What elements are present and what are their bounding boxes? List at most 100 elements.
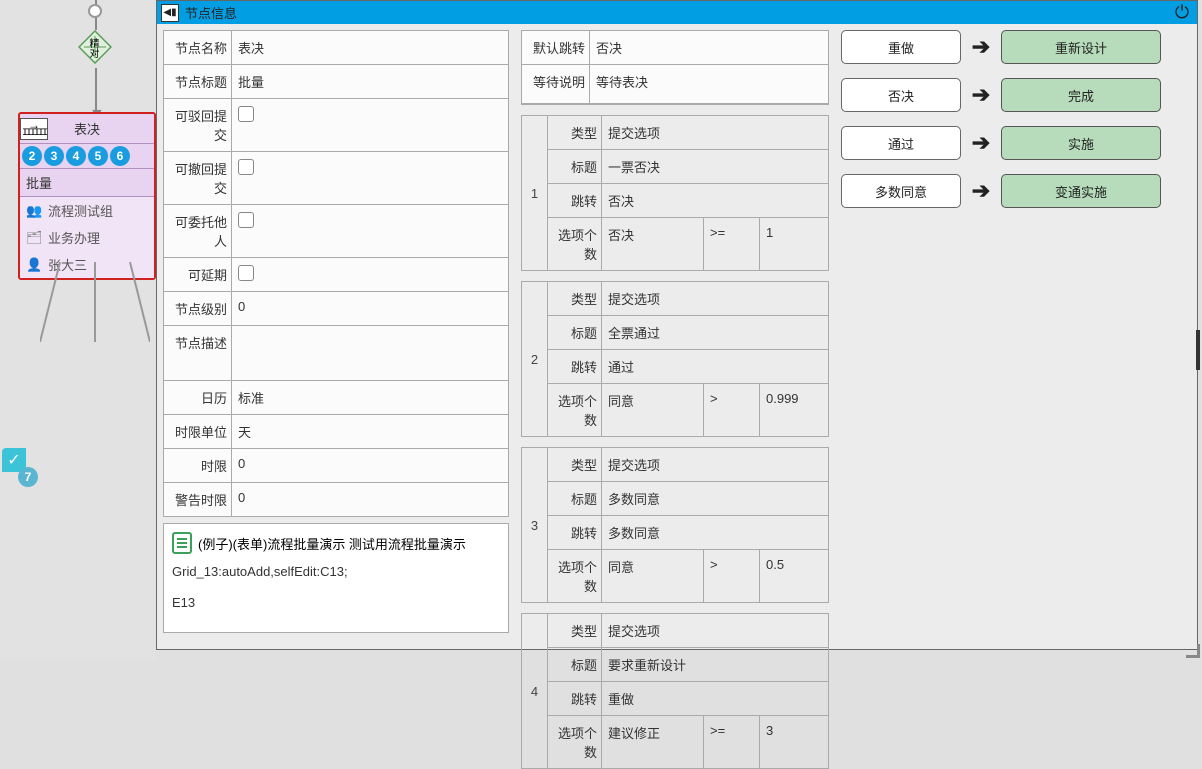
property-value[interactable] (232, 205, 508, 257)
opt-threshold[interactable]: 3 (760, 716, 804, 768)
workflow-canvas[interactable]: 精对 ▼ 表决 2 3 4 5 6 批量 👥流程测试组 🗂业务办理 👤张大三 →… (0, 0, 156, 660)
form-note-box: (例子)(表单)流程批量演示 测试用流程批量演示 Grid_13:autoAdd… (163, 523, 509, 633)
action-source-button[interactable]: 多数同意 (841, 174, 961, 208)
property-label: 节点名称 (164, 31, 232, 64)
node-step-circles: 2 3 4 5 6 (20, 144, 154, 169)
opt-label: 类型 (548, 116, 602, 149)
property-value[interactable] (232, 326, 508, 380)
property-value[interactable]: 0 (232, 483, 508, 516)
property-label: 节点标题 (164, 65, 232, 98)
action-target-button[interactable]: 重新设计 (1001, 30, 1161, 64)
opt-label: 标题 (548, 150, 602, 183)
property-value[interactable]: 0 (232, 292, 508, 325)
opt-count-kind[interactable]: 建议修正 (602, 716, 704, 768)
property-value[interactable]: 表决 (232, 31, 508, 64)
wait-value[interactable]: 等待表决 (590, 65, 828, 103)
property-value[interactable]: 标准 (232, 381, 508, 414)
briefcase-icon: 🗂 (26, 230, 42, 246)
opt-operator[interactable]: > (704, 384, 760, 436)
node-info-panel: ◀▮ 节点信息 ⏻ 节点名称表决节点标题批量可驳回提交可撤回提交可委托他人可延期… (156, 0, 1198, 650)
opt-label: 类型 (548, 282, 602, 315)
property-row: 可驳回提交 (163, 99, 509, 152)
opt-label: 跳转 (548, 516, 602, 549)
panel-title: 节点信息 (185, 3, 237, 22)
checkbox-input[interactable] (238, 106, 254, 122)
checkbox-input[interactable] (238, 159, 254, 175)
actions-column: 重做➔重新设计否决➔完成通过➔实施多数同意➔变通实施 (835, 24, 1191, 649)
option-number: 3 (522, 448, 548, 602)
opt-count-kind[interactable]: 否决 (602, 218, 704, 270)
wait-label: 等待说明 (522, 65, 590, 103)
opt-label: 跳转 (548, 350, 602, 383)
option-number: 2 (522, 282, 548, 436)
opt-threshold[interactable]: 1 (760, 218, 804, 270)
step-circle-7: 7 (18, 467, 38, 487)
opt-value[interactable]: 提交选项 (602, 116, 828, 149)
opt-count-kind[interactable]: 同意 (602, 550, 704, 602)
property-label: 时限 (164, 449, 232, 482)
opt-value[interactable]: 要求重新设计 (602, 648, 828, 681)
property-value[interactable]: 批量 (232, 65, 508, 98)
step-circle: 5 (88, 146, 108, 166)
property-row: 可撤回提交 (163, 152, 509, 205)
opt-label: 标题 (548, 482, 602, 515)
action-row: 重做➔重新设计 (841, 30, 1185, 64)
checkbox-input[interactable] (238, 212, 254, 228)
opt-label: 标题 (548, 648, 602, 681)
action-source-button[interactable]: 重做 (841, 30, 961, 64)
opt-value[interactable]: 提交选项 (602, 614, 828, 647)
default-jump-value[interactable]: 否决 (590, 31, 828, 64)
property-value[interactable] (232, 258, 508, 291)
property-label: 可驳回提交 (164, 99, 232, 151)
document-icon (172, 532, 192, 554)
opt-label: 选项个数 (548, 716, 602, 768)
power-icon[interactable]: ⏻ (1171, 2, 1193, 24)
opt-value[interactable]: 全票通过 (602, 316, 828, 349)
barcode-icon: →IIIIII (20, 118, 48, 140)
opt-value[interactable]: 提交选项 (602, 282, 828, 315)
property-label: 节点级别 (164, 292, 232, 325)
property-value[interactable]: 天 (232, 415, 508, 448)
opt-value[interactable]: 否决 (602, 184, 828, 217)
opt-value[interactable]: 重做 (602, 682, 828, 715)
note-title: (例子)(表单)流程批量演示 测试用流程批量演示 (198, 534, 466, 553)
checkbox-input[interactable] (238, 265, 254, 281)
opt-operator[interactable]: >= (704, 218, 760, 270)
opt-label: 跳转 (548, 682, 602, 715)
opt-operator[interactable]: > (704, 550, 760, 602)
property-label: 日历 (164, 381, 232, 414)
note-line: Grid_13:autoAdd,selfEdit:C13; (172, 564, 500, 579)
opt-value[interactable]: 提交选项 (602, 448, 828, 481)
opt-value[interactable]: 多数同意 (602, 516, 828, 549)
opt-count-kind[interactable]: 同意 (602, 384, 704, 436)
opt-label: 类型 (548, 614, 602, 647)
action-row: 否决➔完成 (841, 78, 1185, 112)
property-row: 节点名称表决 (163, 30, 509, 65)
step-circle: 2 (22, 146, 42, 166)
action-source-button[interactable]: 否决 (841, 78, 961, 112)
opt-threshold[interactable]: 0.5 (760, 550, 804, 602)
action-target-button[interactable]: 实施 (1001, 126, 1161, 160)
action-target-button[interactable]: 完成 (1001, 78, 1161, 112)
action-target-button[interactable]: 变通实施 (1001, 174, 1161, 208)
option-block: 3类型提交选项标题多数同意跳转多数同意选项个数同意>0.5 (521, 447, 829, 603)
resize-handle-icon[interactable] (1186, 644, 1200, 658)
arrow-right-icon: ➔ (969, 130, 993, 156)
action-source-button[interactable]: 通过 (841, 126, 961, 160)
panel-header: ◀▮ 节点信息 ⏻ (157, 1, 1197, 24)
step-circle: 4 (66, 146, 86, 166)
option-number: 4 (522, 614, 548, 768)
property-value[interactable] (232, 152, 508, 204)
opt-value[interactable]: 多数同意 (602, 482, 828, 515)
scroll-indicator[interactable] (1196, 330, 1200, 370)
opt-value[interactable]: 一票否决 (602, 150, 828, 183)
opt-threshold[interactable]: 0.999 (760, 384, 804, 436)
opt-operator[interactable]: >= (704, 716, 760, 768)
node-participant: 🗂业务办理 (20, 224, 154, 251)
property-value[interactable] (232, 99, 508, 151)
property-row: 节点描述 (163, 326, 509, 381)
opt-value[interactable]: 通过 (602, 350, 828, 383)
collapse-icon[interactable]: ◀▮ (161, 4, 179, 22)
property-value[interactable]: 0 (232, 449, 508, 482)
step-circle: 6 (110, 146, 130, 166)
